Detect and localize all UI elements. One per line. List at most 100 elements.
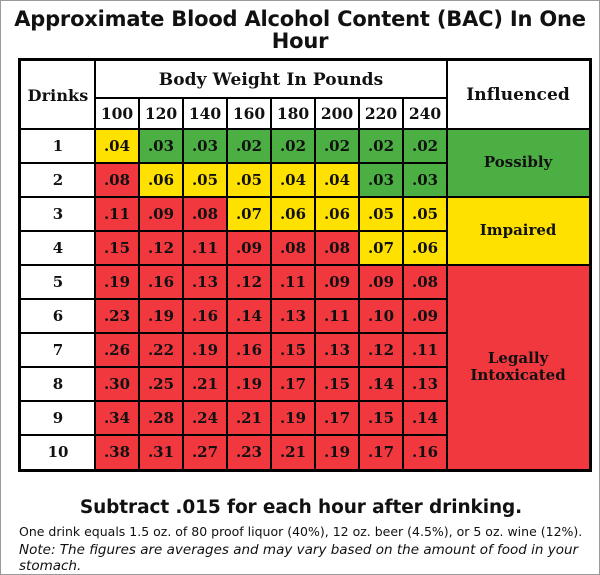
bac-value-cell: .09 — [226, 230, 272, 266]
bac-value-cell: .21 — [182, 366, 228, 402]
bac-value-cell: .16 — [401, 434, 449, 470]
bac-value-cell: .19 — [270, 400, 316, 436]
bac-value-cell: .09 — [358, 264, 404, 300]
bac-value-cell: .11 — [94, 196, 140, 232]
bac-value-cell: .02 — [401, 128, 449, 164]
bac-value-cell: .09 — [314, 264, 360, 300]
bac-value-cell: .26 — [94, 332, 140, 368]
bac-value-cell: .30 — [94, 366, 140, 402]
bac-value-cell: .10 — [358, 298, 404, 334]
header-weight-100: 100 — [94, 97, 140, 130]
bac-value-cell: .14 — [358, 366, 404, 402]
drinks-count-cell: 1 — [20, 128, 96, 164]
header-weight-240: 240 — [401, 97, 449, 130]
header-weight-220: 220 — [358, 97, 404, 130]
drinks-count-cell: 7 — [20, 332, 96, 368]
bac-value-cell: .12 — [138, 230, 184, 266]
influence-level-cell: Legally Intoxicated — [446, 264, 591, 470]
bac-value-cell: .06 — [401, 230, 449, 266]
bac-value-cell: .13 — [314, 332, 360, 368]
bac-value-cell: .19 — [138, 298, 184, 334]
bac-value-cell: .27 — [182, 434, 228, 470]
bac-value-cell: .02 — [226, 128, 272, 164]
header-weight-120: 120 — [138, 97, 184, 130]
bac-value-cell: .13 — [182, 264, 228, 300]
influence-level-cell: Possibly — [446, 128, 591, 198]
bac-value-cell: .21 — [270, 434, 316, 470]
header-weight-200: 200 — [314, 97, 360, 130]
bac-value-cell: .25 — [138, 366, 184, 402]
bac-value-cell: .21 — [226, 400, 272, 436]
bac-value-cell: .31 — [138, 434, 184, 470]
bac-value-cell: .15 — [314, 366, 360, 402]
bac-value-cell: .15 — [270, 332, 316, 368]
bac-value-cell: .03 — [401, 162, 449, 198]
bac-value-cell: .16 — [226, 332, 272, 368]
drinks-count-cell: 6 — [20, 298, 96, 334]
bac-value-cell: .15 — [94, 230, 140, 266]
bac-value-cell: .06 — [138, 162, 184, 198]
bac-value-cell: .28 — [138, 400, 184, 436]
bac-value-cell: .14 — [226, 298, 272, 334]
table-row: 1.04.03.03.02.02.02.02.02 Possibly — [20, 128, 591, 198]
bac-value-cell: .13 — [401, 366, 449, 402]
bac-chart-page: Approximate Blood Alcohol Content (BAC) … — [0, 0, 600, 575]
bac-value-cell: .03 — [358, 162, 404, 198]
bac-value-cell: .17 — [358, 434, 404, 470]
bac-value-cell: .07 — [358, 230, 404, 266]
bac-value-cell: .34 — [94, 400, 140, 436]
bac-value-cell: .11 — [314, 298, 360, 334]
bac-table: Drinks Body Weight In Pounds Influenced … — [18, 58, 593, 472]
bac-value-cell: .16 — [182, 298, 228, 334]
bac-value-cell: .19 — [314, 434, 360, 470]
bac-value-cell: .04 — [94, 128, 140, 164]
drinks-count-cell: 10 — [20, 434, 96, 470]
header-drinks: Drinks — [20, 60, 96, 130]
header-body-weight: Body Weight In Pounds — [93, 60, 449, 99]
bac-value-cell: .06 — [270, 196, 316, 232]
bac-value-cell: .02 — [270, 128, 316, 164]
bac-value-cell: .17 — [314, 400, 360, 436]
bac-value-cell: .05 — [226, 162, 272, 198]
bac-value-cell: .17 — [270, 366, 316, 402]
table-head: Drinks Body Weight In Pounds Influenced … — [20, 60, 591, 130]
bac-value-cell: .12 — [358, 332, 404, 368]
bac-value-cell: .02 — [358, 128, 404, 164]
bac-value-cell: .05 — [182, 162, 228, 198]
bac-value-cell: .23 — [226, 434, 272, 470]
bac-value-cell: .03 — [138, 128, 184, 164]
bac-value-cell: .08 — [182, 196, 228, 232]
bac-table-container: Drinks Body Weight In Pounds Influenced … — [18, 58, 593, 472]
bac-value-cell: .04 — [270, 162, 316, 198]
bac-value-cell: .11 — [401, 332, 449, 368]
drinks-count-cell: 5 — [20, 264, 96, 300]
table-row: 3.11.09.08.07.06.06.05.05 Impaired — [20, 196, 591, 266]
drinks-count-cell: 4 — [20, 230, 96, 266]
drinks-count-cell: 8 — [20, 366, 96, 402]
header-weight-160: 160 — [226, 97, 272, 130]
header-weight-140: 140 — [182, 97, 228, 130]
influence-level-cell: Impaired — [446, 196, 591, 266]
bac-value-cell: .15 — [358, 400, 404, 436]
bac-value-cell: .02 — [314, 128, 360, 164]
table-row: 5.19.16.13.12.11.09.09.08 Legally Intoxic… — [20, 264, 591, 470]
bac-value-cell: .07 — [226, 196, 272, 232]
bac-value-cell: .24 — [182, 400, 228, 436]
bac-value-cell: .08 — [401, 264, 449, 300]
bac-value-cell: .14 — [401, 400, 449, 436]
drinks-count-cell: 9 — [20, 400, 96, 436]
bac-value-cell: .13 — [270, 298, 316, 334]
bac-value-cell: .05 — [358, 196, 404, 232]
header-influenced: Influenced — [446, 60, 591, 130]
header-weight-180: 180 — [270, 97, 316, 130]
drink-equivalence-note: One drink equals 1.5 oz. of 80 proof liq… — [19, 524, 583, 539]
bac-value-cell: .22 — [138, 332, 184, 368]
drinks-count-cell: 2 — [20, 162, 96, 198]
bac-value-cell: .38 — [94, 434, 140, 470]
table-body: 1.04.03.03.02.02.02.02.02 Possibly 2.08.06… — [20, 128, 591, 470]
bac-value-cell: .19 — [182, 332, 228, 368]
footer: Subtract .015 for each hour after drinki… — [1, 495, 600, 575]
bac-value-cell: .05 — [401, 196, 449, 232]
header-row-primary: Drinks Body Weight In Pounds Influenced — [20, 60, 591, 130]
averages-note: Note: The figures are averages and may v… — [19, 542, 579, 575]
